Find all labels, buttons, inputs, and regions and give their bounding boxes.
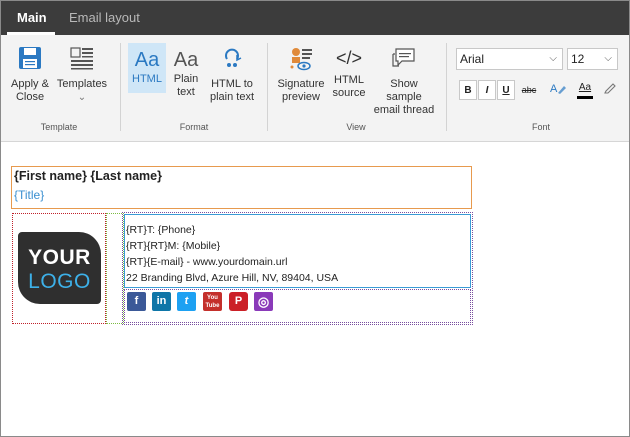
- social-icons-cell[interactable]: f in t You Tube P ◎: [124, 289, 471, 323]
- tab-email-layout[interactable]: Email layout: [69, 1, 140, 35]
- view-group-label: View: [346, 122, 366, 132]
- apply-close-label-1: Apply &: [11, 78, 49, 90]
- html-to-plain-text-button[interactable]: HTML to plain text: [206, 45, 258, 107]
- templates-label: Templates: [56, 78, 108, 90]
- highlight-button[interactable]: [601, 80, 619, 100]
- address-line: 22 Branding Blvd, Azure Hill, NV, 89404,…: [126, 272, 339, 284]
- plain-text-label-1: Plain: [173, 73, 199, 85]
- logo-bottom-text: LOGO: [28, 270, 91, 293]
- mobile-line: {RT}{RT}M: {Mobile}: [126, 240, 221, 252]
- templates-icon: [55, 45, 109, 75]
- signature-preview-button[interactable]: Signature preview: [276, 45, 326, 107]
- templates-button[interactable]: Templates ⌄: [55, 45, 109, 107]
- linkedin-icon[interactable]: in: [152, 292, 171, 311]
- facebook-icon[interactable]: f: [127, 292, 146, 311]
- strikethrough-button[interactable]: abc: [519, 80, 539, 100]
- email-thread-icon: [371, 45, 437, 75]
- logo-top-text: YOUR: [28, 246, 91, 269]
- instagram-icon[interactable]: ◎: [254, 292, 273, 311]
- chevron-down-icon: ⌵: [549, 53, 557, 64]
- font-color-swatch: [577, 96, 593, 99]
- apply-close-button[interactable]: Apply & Close: [7, 45, 53, 107]
- save-icon: [7, 45, 53, 75]
- svg-text:A: A: [550, 83, 558, 95]
- font-color-button[interactable]: Aa: [574, 80, 596, 100]
- bold-button[interactable]: B: [459, 80, 477, 100]
- code-icon: </>: [335, 48, 363, 68]
- html-to-plain-label-2: plain text: [209, 91, 255, 103]
- logo-cell[interactable]: YOUR LOGO: [12, 213, 106, 324]
- html-source-label-1: HTML: [334, 74, 364, 86]
- ribbon-separator: [120, 43, 121, 131]
- company-logo: YOUR LOGO: [18, 232, 101, 304]
- youtube-icon[interactable]: You Tube: [203, 292, 222, 311]
- tab-main[interactable]: Main: [17, 1, 47, 35]
- html-to-plain-label-1: HTML to: [211, 78, 253, 90]
- font-color-glyph: Aa: [578, 82, 592, 93]
- ribbon-separator: [267, 43, 268, 131]
- font-family-select[interactable]: Arial ⌵: [456, 48, 563, 70]
- html-format-button[interactable]: Aa HTML: [128, 43, 166, 93]
- pencil-icon: [603, 83, 617, 97]
- italic-button[interactable]: I: [478, 80, 496, 100]
- contact-info-cell[interactable]: {RT}T: {Phone} {RT}{RT}M: {Mobile} {RT}{…: [124, 214, 471, 288]
- signature-preview-icon: [276, 45, 326, 75]
- show-sample-email-thread-button[interactable]: Show sample email thread: [371, 45, 437, 116]
- twitter-icon[interactable]: t: [177, 292, 196, 311]
- font-group-label: Font: [531, 122, 550, 132]
- chevron-down-icon: ⌵: [604, 53, 612, 64]
- template-group-label: Template: [40, 122, 78, 132]
- name-title-cell[interactable]: {First name} {Last name} {Title}: [11, 166, 472, 209]
- chevron-down-icon: ⌄: [77, 92, 87, 103]
- html-to-plain-icon: [206, 45, 258, 75]
- font-family-value: Arial: [460, 52, 485, 66]
- name-placeholder: {First name} {Last name}: [14, 169, 162, 183]
- show-thread-label-1: Show sample: [386, 78, 422, 103]
- signature-preview-label-1: Signature: [277, 78, 325, 90]
- show-thread-label-2: email thread: [373, 104, 435, 116]
- title-placeholder: {Title}: [14, 188, 45, 202]
- ribbon-separator: [446, 43, 447, 131]
- html-format-label: HTML: [132, 73, 162, 85]
- html-format-glyph: Aa: [134, 49, 160, 71]
- plain-text-button[interactable]: Aa Plain text: [168, 43, 204, 105]
- email-web-line: {RT}{E-mail} - www.yourdomain.url: [126, 256, 288, 268]
- signature-preview-label-2: preview: [282, 91, 320, 103]
- plain-text-glyph: Aa: [173, 49, 199, 71]
- pinterest-icon[interactable]: P: [229, 292, 248, 311]
- html-source-button[interactable]: </> HTML source: [330, 45, 368, 107]
- font-size-value: 12: [571, 52, 585, 66]
- phone-line: {RT}T: {Phone}: [126, 224, 196, 236]
- clear-format-icon: A: [549, 83, 567, 99]
- tab-bar: Main Email layout: [1, 1, 629, 35]
- html-source-label-2: source: [332, 87, 366, 99]
- plain-text-label-2: text: [177, 86, 195, 98]
- underline-button[interactable]: U: [497, 80, 515, 100]
- ribbon: Apply & Close Templates ⌄ Template Aa HT…: [1, 35, 629, 142]
- format-group-label: Format: [179, 122, 209, 132]
- apply-close-label-2: Close: [15, 91, 45, 103]
- clear-format-button[interactable]: A: [547, 80, 569, 100]
- font-size-select[interactable]: 12 ⌵: [567, 48, 618, 70]
